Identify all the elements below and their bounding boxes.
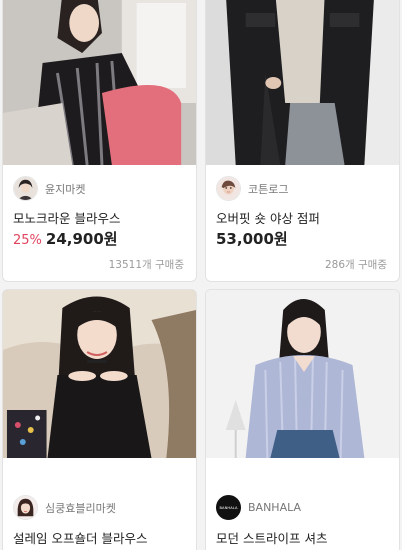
seller-logo: BANHALA bbox=[219, 505, 238, 510]
seller-name: 심쿵효블리마켓 bbox=[45, 501, 116, 515]
product-grid: 윤지마켓 모노크라운 블라우스 25% 24,900원 13511개 구매중 코… bbox=[2, 0, 400, 550]
product-photo[interactable] bbox=[206, 0, 399, 165]
product-card[interactable]: 윤지마켓 모노크라운 블라우스 25% 24,900원 13511개 구매중 bbox=[2, 0, 197, 282]
seller-avatar: BANHALA bbox=[216, 495, 241, 520]
price-row: 53,000원 bbox=[216, 228, 288, 249]
seller-info[interactable]: BANHALA BANHALA bbox=[216, 495, 301, 520]
product-price: 24,900원 bbox=[45, 230, 118, 248]
seller-name: 윤지마켓 bbox=[45, 182, 86, 196]
product-photo[interactable] bbox=[3, 0, 196, 165]
product-card[interactable]: 코튼로그 오버핏 숏 야상 점퍼 53,000원 286개 구매중 bbox=[205, 0, 400, 282]
product-card[interactable]: BANHALA BANHALA 모던 스트라이프 셔츠 bbox=[205, 289, 400, 550]
seller-info[interactable]: 윤지마켓 bbox=[13, 176, 85, 201]
product-title[interactable]: 오버핏 숏 야상 점퍼 bbox=[216, 208, 320, 227]
product-title[interactable]: 모던 스트라이프 셔츠 bbox=[216, 528, 327, 547]
discount-rate: 25% bbox=[13, 233, 42, 248]
product-photo[interactable] bbox=[3, 290, 196, 458]
seller-avatar bbox=[13, 176, 38, 201]
purchase-count: 13511개 구매중 bbox=[108, 259, 184, 271]
price-row: 25% 24,900원 bbox=[13, 228, 118, 249]
product-photo[interactable] bbox=[206, 290, 399, 458]
seller-name: BANHALA bbox=[248, 501, 302, 514]
seller-info[interactable]: 심쿵효블리마켓 bbox=[13, 495, 116, 520]
product-price: 53,000원 bbox=[216, 230, 288, 248]
seller-avatar bbox=[216, 176, 241, 201]
purchase-count: 286개 구매중 bbox=[324, 259, 387, 271]
product-title[interactable]: 모노크라운 블라우스 bbox=[13, 208, 120, 227]
seller-name: 코튼로그 bbox=[248, 182, 289, 196]
product-title[interactable]: 설레임 오프숄더 블라우스 bbox=[13, 528, 147, 547]
seller-avatar bbox=[13, 495, 38, 520]
seller-info[interactable]: 코튼로그 bbox=[216, 176, 288, 201]
product-card[interactable]: 심쿵효블리마켓 설레임 오프숄더 블라우스 bbox=[2, 289, 197, 550]
